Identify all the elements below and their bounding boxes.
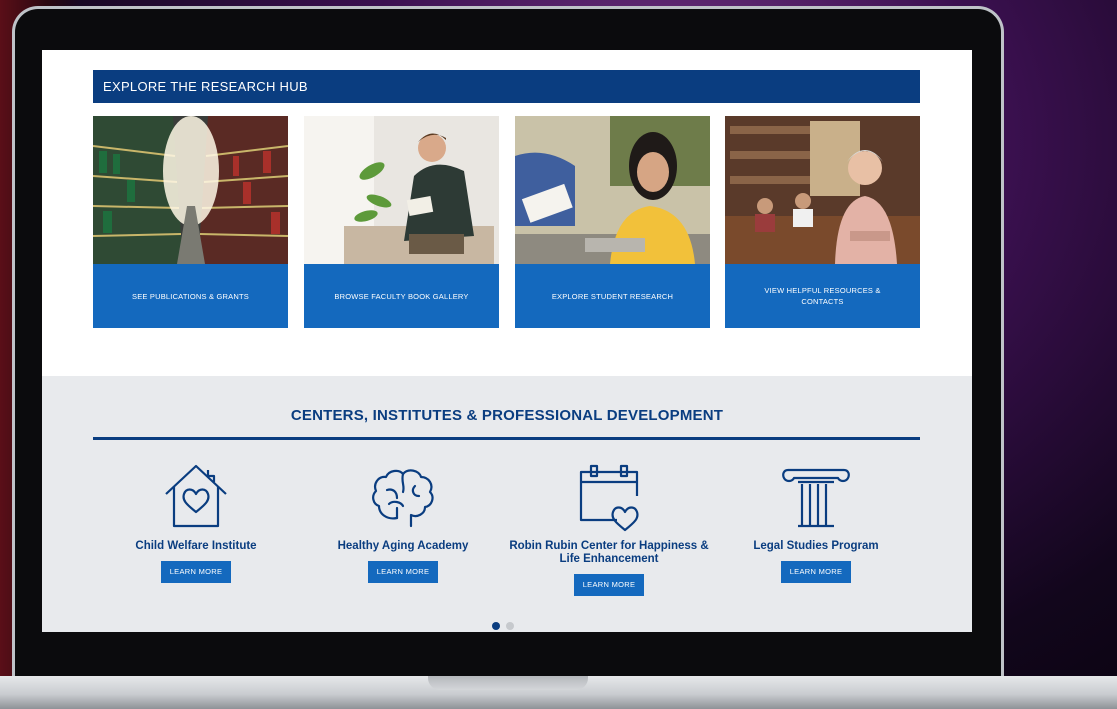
carousel-dot[interactable] xyxy=(506,622,514,630)
center-name: Robin Rubin Center for Happiness & Life … xyxy=(509,540,709,565)
centers-title: CENTERS, INSTITUTES & PROFESSIONAL DEVEL… xyxy=(290,407,724,424)
card-label: SEE PUBLICATIONS & GRANTS xyxy=(132,291,249,301)
card-publications-grants[interactable]: SEE PUBLICATIONS & GRANTS xyxy=(93,116,288,328)
classroom-image xyxy=(725,116,920,264)
card-label: VIEW HELPFUL RESOURCES & CONTACTS xyxy=(764,286,881,306)
calendar-heart-icon xyxy=(509,460,709,532)
man-reading-image xyxy=(304,116,499,264)
center-name: Healthy Aging Academy xyxy=(337,540,469,552)
learn-more-button[interactable]: LEARN MORE xyxy=(780,561,852,583)
carousel-dots xyxy=(492,622,514,630)
card-label: EXPLORE STUDENT RESEARCH xyxy=(551,291,674,301)
research-hub-header: EXPLORE THE RESEARCH HUB xyxy=(93,70,920,103)
brain-icon xyxy=(303,460,503,532)
card-label: BROWSE FACULTY BOOK GALLERY xyxy=(334,291,469,301)
card-student-research[interactable]: EXPLORE STUDENT RESEARCH xyxy=(515,116,710,328)
center-name: Child Welfare Institute xyxy=(135,540,257,552)
student-image xyxy=(515,116,710,264)
center-robin-rubin: Robin Rubin Center for Happiness & Life … xyxy=(509,460,709,596)
learn-more-button[interactable]: LEARN MORE xyxy=(160,561,232,583)
center-healthy-aging: Healthy Aging Academy LEARN MORE xyxy=(303,460,503,583)
learn-more-button[interactable]: LEARN MORE xyxy=(367,561,439,583)
laptop-notch xyxy=(428,676,588,690)
center-name: Legal Studies Program xyxy=(753,540,879,552)
laptop-screen: EXPLORE THE RESEARCH HUB SEE PUBLICATION xyxy=(42,50,972,632)
centers-divider xyxy=(93,437,920,440)
library-stacks-image xyxy=(93,116,288,264)
center-child-welfare: Child Welfare Institute LEARN MORE xyxy=(96,460,296,583)
carousel-dot[interactable] xyxy=(492,622,500,630)
column-icon xyxy=(716,460,916,532)
learn-more-button[interactable]: LEARN MORE xyxy=(573,574,645,596)
card-faculty-book-gallery[interactable]: BROWSE FACULTY BOOK GALLERY xyxy=(304,116,499,328)
center-legal-studies: Legal Studies Program LEARN MORE xyxy=(716,460,916,583)
house-heart-icon xyxy=(96,460,296,532)
card-helpful-resources[interactable]: VIEW HELPFUL RESOURCES & CONTACTS xyxy=(725,116,920,328)
